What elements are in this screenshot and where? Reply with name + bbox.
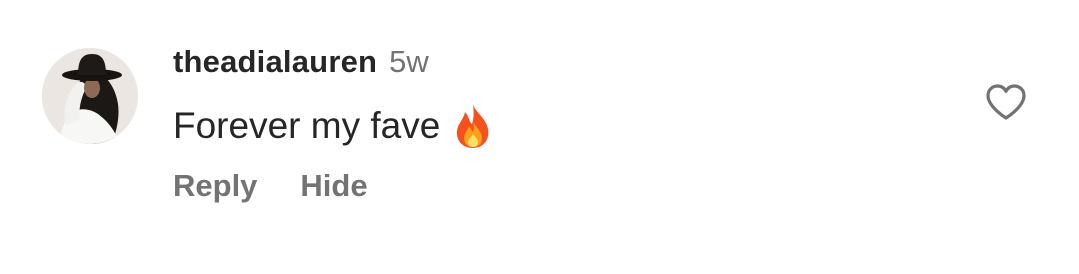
username-link[interactable]: theadialauren (173, 44, 377, 80)
fire-emoji (453, 103, 493, 149)
reply-button[interactable]: Reply (173, 168, 257, 204)
hide-button[interactable]: Hide (300, 168, 367, 204)
comment-meta: theadialauren 5w (173, 44, 429, 80)
comment-item: theadialauren 5w Forever my fave Reply H… (0, 0, 1079, 274)
comment-actions: Reply Hide (173, 168, 368, 204)
comment-body: Forever my fave (173, 105, 441, 146)
avatar[interactable] (42, 48, 138, 144)
comment-text: Forever my fave (173, 103, 493, 149)
avatar-photo (42, 48, 138, 144)
comment-timestamp: 5w (389, 44, 429, 79)
heart-outline-icon[interactable] (985, 83, 1027, 121)
